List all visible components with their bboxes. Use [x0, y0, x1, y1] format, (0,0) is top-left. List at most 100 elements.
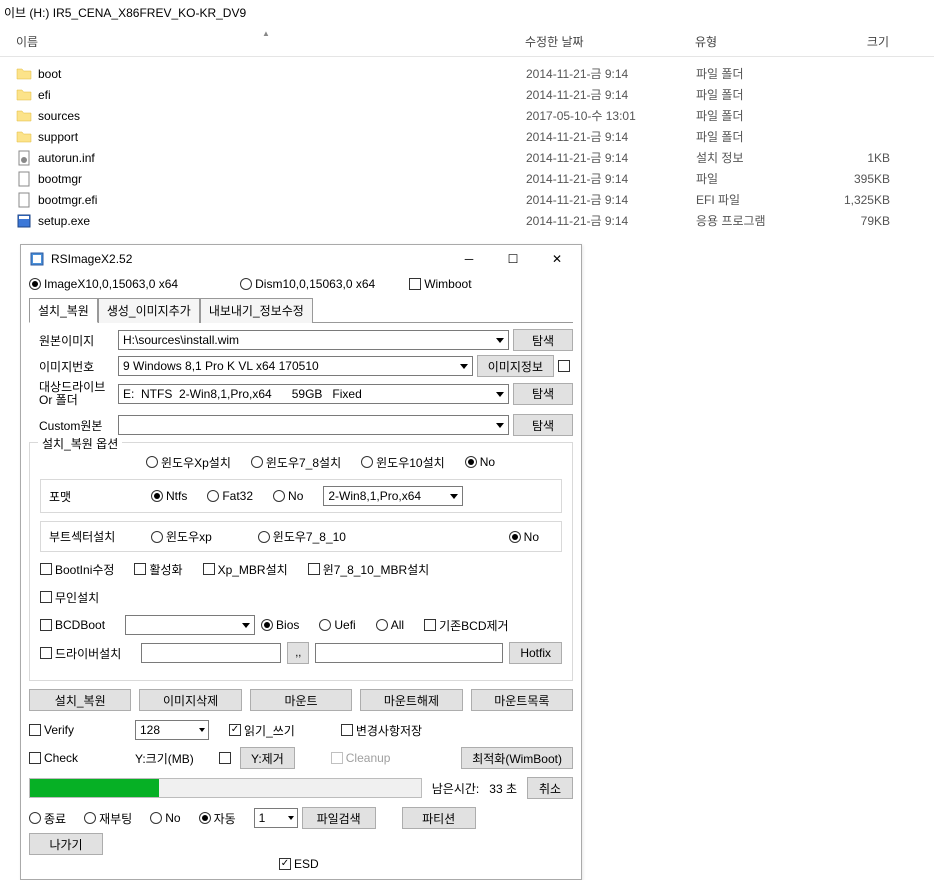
radio-install-w78[interactable]: 윈도우7_8설치 [251, 454, 341, 471]
file-size: 1,325KB [810, 193, 910, 207]
file-date: 2014-11-21-금 9:14 [526, 149, 696, 166]
radio-reboot[interactable]: 재부팅 [84, 810, 132, 827]
tab-create-add[interactable]: 생성_이미지추가 [98, 298, 200, 323]
tab-export-edit[interactable]: 내보내기_정보수정 [200, 298, 313, 323]
check-check[interactable]: Check [29, 751, 115, 765]
radio-shutdown[interactable]: 종료 [29, 810, 66, 827]
combo-image-index[interactable]: 9 Windows 8,1 Pro K VL x64 170510 [118, 356, 473, 376]
file-row[interactable]: setup.exe2014-11-21-금 9:14응용 프로그램79KB [0, 210, 934, 231]
check-activate[interactable]: 활성화 [134, 561, 182, 578]
close-button[interactable]: ✕ [535, 245, 579, 273]
file-row[interactable]: support2014-11-21-금 9:14파일 폴더 [0, 126, 934, 147]
column-size[interactable]: 크기 [809, 33, 909, 50]
radio-install-w10[interactable]: 윈도우10설치 [361, 454, 445, 471]
radio-bcd-uefi[interactable]: Uefi [319, 618, 355, 632]
cancel-button[interactable]: 취소 [527, 777, 573, 799]
check-xpmbr[interactable]: Xp_MBR설치 [203, 561, 288, 578]
file-name: sources [38, 109, 526, 123]
check-esd[interactable]: ESD [279, 857, 319, 871]
check-unattended[interactable]: 무인설치 [40, 589, 99, 606]
radio-imagex[interactable]: ImageX10,0,15063,0 x64 [29, 277, 178, 291]
tab-install-restore[interactable]: 설치_복원 [29, 298, 98, 323]
combo-bcdboot[interactable] [125, 615, 255, 635]
browse-driver-button[interactable]: ,, [287, 642, 309, 664]
check-verify[interactable]: Verify [29, 723, 115, 737]
file-type: EFI 파일 [696, 191, 810, 208]
options-fieldset: 설치_복원 옵션 윈도우Xp설치 윈도우7_8설치 윈도우10설치 No 포맷 … [29, 442, 573, 681]
file-row[interactable]: sources2017-05-10-수 13:01파일 폴더 [0, 105, 934, 126]
check-image-info[interactable] [558, 360, 570, 372]
radio-format-fat32[interactable]: Fat32 [207, 489, 253, 503]
app-icon [29, 251, 45, 267]
partition-button[interactable]: 파티션 [402, 807, 476, 829]
radio-bcd-bios[interactable]: Bios [261, 618, 299, 632]
unmount-button[interactable]: 마운트해제 [360, 689, 462, 711]
file-row[interactable]: efi2014-11-21-금 9:14파일 폴더 [0, 84, 934, 105]
exit-button[interactable]: 나가기 [29, 833, 103, 855]
radio-boot-w7810[interactable]: 윈도우7_8_10 [258, 528, 346, 545]
check-read-write[interactable]: 읽기_쓰기 [229, 722, 295, 739]
radio-bcd-all[interactable]: All [376, 618, 404, 632]
title-bar[interactable]: RSImageX2.52 ─ ☐ ✕ [21, 245, 581, 273]
combo-size[interactable]: 128 [135, 720, 209, 740]
combo-count[interactable]: 1 [254, 808, 298, 828]
delete-image-button[interactable]: 이미지삭제 [139, 689, 241, 711]
radio-install-xp[interactable]: 윈도우Xp설치 [146, 454, 231, 471]
label-format: 포맷 [49, 488, 145, 505]
column-type[interactable]: 유형 [695, 33, 809, 50]
maximize-button[interactable]: ☐ [491, 245, 535, 273]
file-type: 파일 폴더 [696, 107, 810, 124]
file-row[interactable]: boot2014-11-21-금 9:14파일 폴더 [0, 63, 934, 84]
column-headers[interactable]: ▲ 이름 수정한 날짜 유형 크기 [0, 27, 934, 57]
browse-source-button[interactable]: 탐색 [513, 329, 573, 351]
folder-icon [16, 108, 32, 124]
folder-icon [16, 129, 32, 145]
mount-list-button[interactable]: 마운트목록 [471, 689, 573, 711]
check-save-changes[interactable]: 변경사항저장 [341, 722, 422, 739]
combo-custom-source[interactable] [118, 415, 509, 435]
radio-format-ntfs[interactable]: Ntfs [151, 489, 187, 503]
combo-format-target[interactable]: 2-Win8,1,Pro,x64 [323, 486, 463, 506]
check-bcdboot[interactable]: BCDBoot [40, 618, 105, 632]
check-wimboot[interactable]: Wimboot [409, 277, 471, 291]
minimize-button[interactable]: ─ [447, 245, 491, 273]
check-bootini[interactable]: BootIni수정 [40, 561, 114, 578]
radio-auto[interactable]: 자동 [199, 810, 236, 827]
file-date: 2014-11-21-금 9:14 [526, 86, 696, 103]
radio-dism[interactable]: Dism10,0,15063,0 x64 [240, 277, 375, 291]
image-info-button[interactable]: 이미지정보 [477, 355, 554, 377]
label-y-size: Y:크기(MB) [135, 750, 213, 767]
y-remove-button[interactable]: Y:제거 [240, 747, 295, 769]
browse-custom-button[interactable]: 탐색 [513, 414, 573, 436]
input-hotfix-path[interactable] [315, 643, 503, 663]
check-w7810mbr[interactable]: 윈7_8_10_MBR설치 [308, 561, 430, 578]
hotfix-button[interactable]: Hotfix [509, 642, 562, 664]
column-date[interactable]: 수정한 날짜 [525, 33, 695, 50]
radio-boot-no[interactable]: No [509, 530, 539, 544]
check-existing-bcd[interactable]: 기존BCD제거 [424, 617, 509, 634]
combo-source-image[interactable]: H:\sources\install.wim [118, 330, 509, 350]
optimize-button[interactable]: 최적화(WimBoot) [461, 747, 573, 769]
file-list: boot2014-11-21-금 9:14파일 폴더efi2014-11-21-… [0, 57, 934, 231]
install-restore-button[interactable]: 설치_복원 [29, 689, 131, 711]
file-row[interactable]: bootmgr2014-11-21-금 9:14파일395KB [0, 168, 934, 189]
radio-boot-xp[interactable]: 윈도우xp [151, 528, 212, 545]
file-search-button[interactable]: 파일검색 [302, 807, 376, 829]
input-driver-path[interactable] [141, 643, 281, 663]
file-row[interactable]: bootmgr.efi2014-11-21-금 9:14EFI 파일1,325K… [0, 189, 934, 210]
file-name: efi [38, 88, 526, 102]
tab-bar: 설치_복원 생성_이미지추가 내보내기_정보수정 [29, 297, 573, 323]
file-row[interactable]: autorun.inf2014-11-21-금 9:14설치 정보1KB [0, 147, 934, 168]
combo-target-drive[interactable]: E: NTFS 2-Win8,1,Pro,x64 59GB Fixed [118, 384, 509, 404]
radio-format-no[interactable]: No [273, 489, 303, 503]
check-y-flag[interactable] [219, 752, 231, 764]
radio-install-no[interactable]: No [465, 455, 495, 469]
folder-icon [16, 87, 32, 103]
label-custom-source: Custom원본 [29, 417, 114, 434]
mount-button[interactable]: 마운트 [250, 689, 352, 711]
browse-target-button[interactable]: 탐색 [513, 383, 573, 405]
file-name: support [38, 130, 526, 144]
file-name: bootmgr [38, 172, 526, 186]
radio-power-no[interactable]: No [150, 811, 180, 825]
check-driver[interactable]: 드라이버설치 [40, 645, 121, 662]
